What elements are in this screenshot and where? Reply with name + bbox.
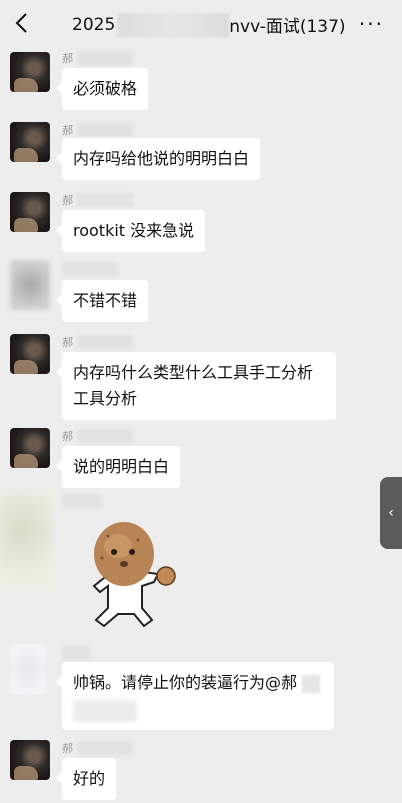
name-redaction — [77, 429, 133, 443]
message-bubble[interactable]: 不错不错 — [55, 280, 149, 322]
chevron-left-icon: ‹ — [388, 505, 394, 521]
name-redaction — [302, 674, 321, 693]
sender-name: 郝 — [62, 334, 133, 350]
name-redaction — [77, 123, 133, 137]
avatar[interactable] — [10, 260, 50, 310]
message-bubble[interactable]: 内存吗什么类型什么工具手工分析工具分析 — [56, 352, 336, 420]
message-bubble[interactable]: 必须破格 — [55, 68, 149, 110]
chat-message-list[interactable]: 郝 必须破格 郝 内存吗给他说的明明白白 郝 rootkit 没来急说 不错不错… — [0, 46, 402, 803]
title-suffix: nvv-面试(137) — [229, 17, 346, 37]
message-bubble[interactable]: 内存吗给他说的明明白白 — [55, 138, 261, 180]
avatar[interactable] — [10, 644, 46, 694]
message-bubble[interactable]: rootkit 没来急说 — [55, 210, 206, 252]
avatar[interactable] — [10, 740, 50, 780]
sender-name: 郝 — [62, 192, 133, 208]
title-redaction — [117, 12, 230, 37]
avatar[interactable] — [10, 192, 50, 232]
name-redaction — [77, 51, 133, 65]
name-redaction — [62, 646, 90, 660]
potato-character-sticker[interactable] — [78, 516, 188, 638]
sender-name: 郝 — [62, 122, 133, 138]
sender-name — [62, 494, 102, 508]
sender-name: 郝 — [62, 428, 133, 444]
sender-name: 郝 — [62, 740, 133, 756]
mention-redaction — [73, 700, 137, 722]
avatar[interactable] — [10, 52, 50, 92]
name-redaction — [62, 262, 118, 276]
chat-header: 2025 nvv-面试(137) ··· — [0, 0, 402, 46]
more-icon[interactable]: ··· — [359, 12, 384, 36]
chat-title: 2025 nvv-面试(137) — [72, 12, 346, 37]
back-arrow-icon[interactable] — [6, 8, 36, 38]
sender-name — [62, 262, 118, 276]
message-text: 帅锅。请停止你的装逼行为@郝 — [73, 673, 298, 692]
side-panel-toggle[interactable]: ‹ — [380, 477, 402, 549]
avatar[interactable] — [10, 122, 50, 162]
title-prefix: 2025 — [72, 14, 116, 35]
avatar[interactable] — [10, 334, 50, 374]
avatar[interactable] — [0, 492, 52, 588]
message-bubble[interactable]: 说的明明白白 — [55, 446, 181, 488]
name-redaction — [77, 741, 133, 755]
message-bubble[interactable]: 帅锅。请停止你的装逼行为@郝 — [56, 662, 334, 730]
avatar[interactable] — [10, 428, 50, 468]
message-bubble[interactable]: 好的 — [55, 758, 117, 800]
name-redaction — [77, 335, 133, 349]
sender-name — [62, 646, 90, 660]
sender-name: 郝 — [62, 50, 133, 66]
name-redaction — [77, 193, 133, 207]
name-redaction — [62, 494, 102, 508]
